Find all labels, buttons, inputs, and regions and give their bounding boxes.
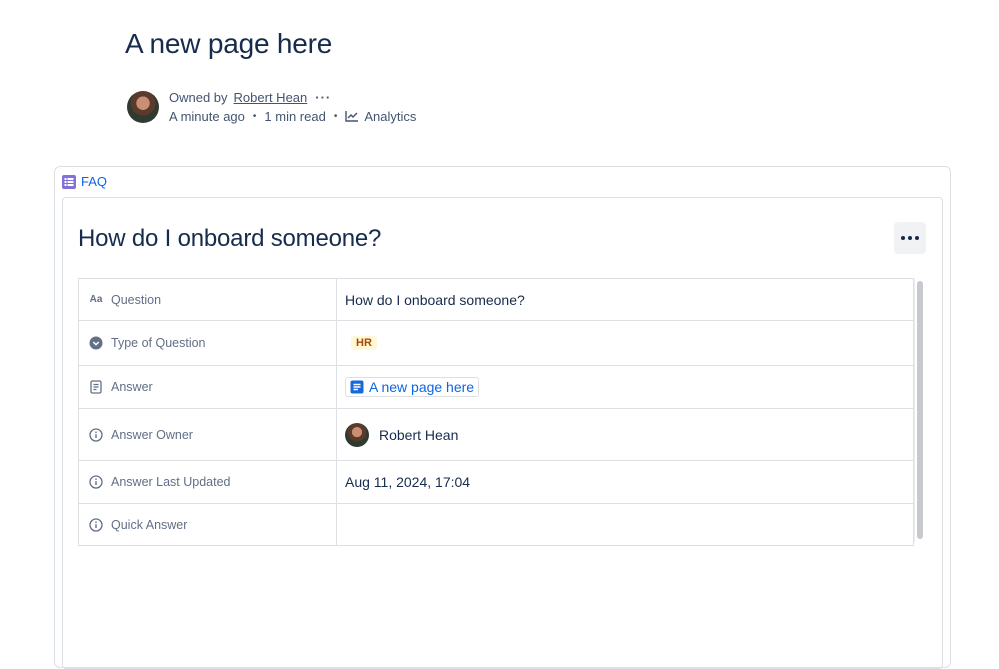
- page-icon: [89, 380, 103, 394]
- properties-table: Aa Question How do I onboard someone? Ty…: [78, 278, 914, 546]
- property-row-type: Type of Question HR: [79, 321, 913, 366]
- owned-by-label: Owned by: [169, 89, 228, 105]
- entry-title: How do I onboard someone?: [78, 225, 382, 252]
- vertical-scrollbar[interactable]: [914, 279, 925, 542]
- property-row-last-updated: Answer Last Updated Aug 11, 2024, 17:04: [79, 461, 913, 504]
- read-time: 1 min read: [264, 108, 326, 124]
- property-label: Answer Last Updated: [111, 475, 231, 489]
- info-icon: [89, 475, 103, 489]
- entry-more-button[interactable]: [894, 222, 926, 254]
- property-value-cell[interactable]: How do I onboard someone?: [337, 279, 913, 320]
- property-value: Aug 11, 2024, 17:04: [345, 474, 471, 490]
- page-link-label: A new page here: [369, 379, 475, 395]
- database-icon: [62, 174, 76, 189]
- chart-line-icon: [345, 109, 359, 123]
- page-title: A new page here: [125, 28, 333, 59]
- text-aa-icon: Aa: [89, 294, 103, 305]
- property-value-cell: Robert Hean: [337, 409, 913, 460]
- property-row-owner: Answer Owner Robert Hean: [79, 409, 913, 461]
- document-icon: [350, 380, 364, 394]
- property-value-cell: A new page here: [337, 366, 913, 408]
- property-label: Type of Question: [111, 336, 206, 350]
- database-link[interactable]: FAQ: [62, 174, 107, 189]
- property-label: Answer Owner: [111, 427, 193, 442]
- property-value: How do I onboard someone?: [345, 291, 525, 308]
- property-row-answer: Answer A new page here: [79, 366, 913, 409]
- page-link-chip[interactable]: A new page here: [345, 377, 480, 397]
- separator-dot: •: [252, 110, 257, 122]
- property-row-question: Aa Question How do I onboard someone?: [79, 279, 913, 321]
- database-name: FAQ: [81, 174, 108, 189]
- property-label: Answer: [111, 380, 153, 394]
- owner-link[interactable]: Robert Hean: [234, 90, 308, 105]
- more-actions-icon[interactable]: ···: [315, 90, 331, 105]
- byline: Owned by Robert Hean ··· A minute ago • …: [169, 89, 416, 124]
- property-row-quick-answer: Quick Answer: [79, 504, 913, 545]
- property-value-cell[interactable]: HR: [337, 321, 913, 365]
- info-icon: [89, 427, 103, 442]
- analytics-button[interactable]: Analytics: [345, 109, 416, 124]
- property-value-cell[interactable]: Aug 11, 2024, 17:04: [337, 461, 913, 503]
- property-label: Quick Answer: [111, 517, 188, 532]
- avatar: [345, 422, 369, 447]
- person-chip[interactable]: Robert Hean: [345, 422, 459, 447]
- tag-hr[interactable]: HR: [351, 336, 377, 350]
- scrollbar-thumb[interactable]: [917, 281, 923, 539]
- property-value-cell[interactable]: [337, 504, 913, 545]
- owner-avatar[interactable]: [127, 91, 159, 123]
- status-check-icon: [89, 336, 103, 350]
- info-icon: [89, 517, 103, 532]
- person-name: Robert Hean: [379, 426, 459, 443]
- property-label: Question: [111, 292, 162, 307]
- separator-dot: •: [333, 110, 338, 122]
- time-ago: A minute ago: [169, 108, 245, 124]
- more-horizontal-icon: [901, 236, 919, 240]
- analytics-label: Analytics: [364, 108, 417, 124]
